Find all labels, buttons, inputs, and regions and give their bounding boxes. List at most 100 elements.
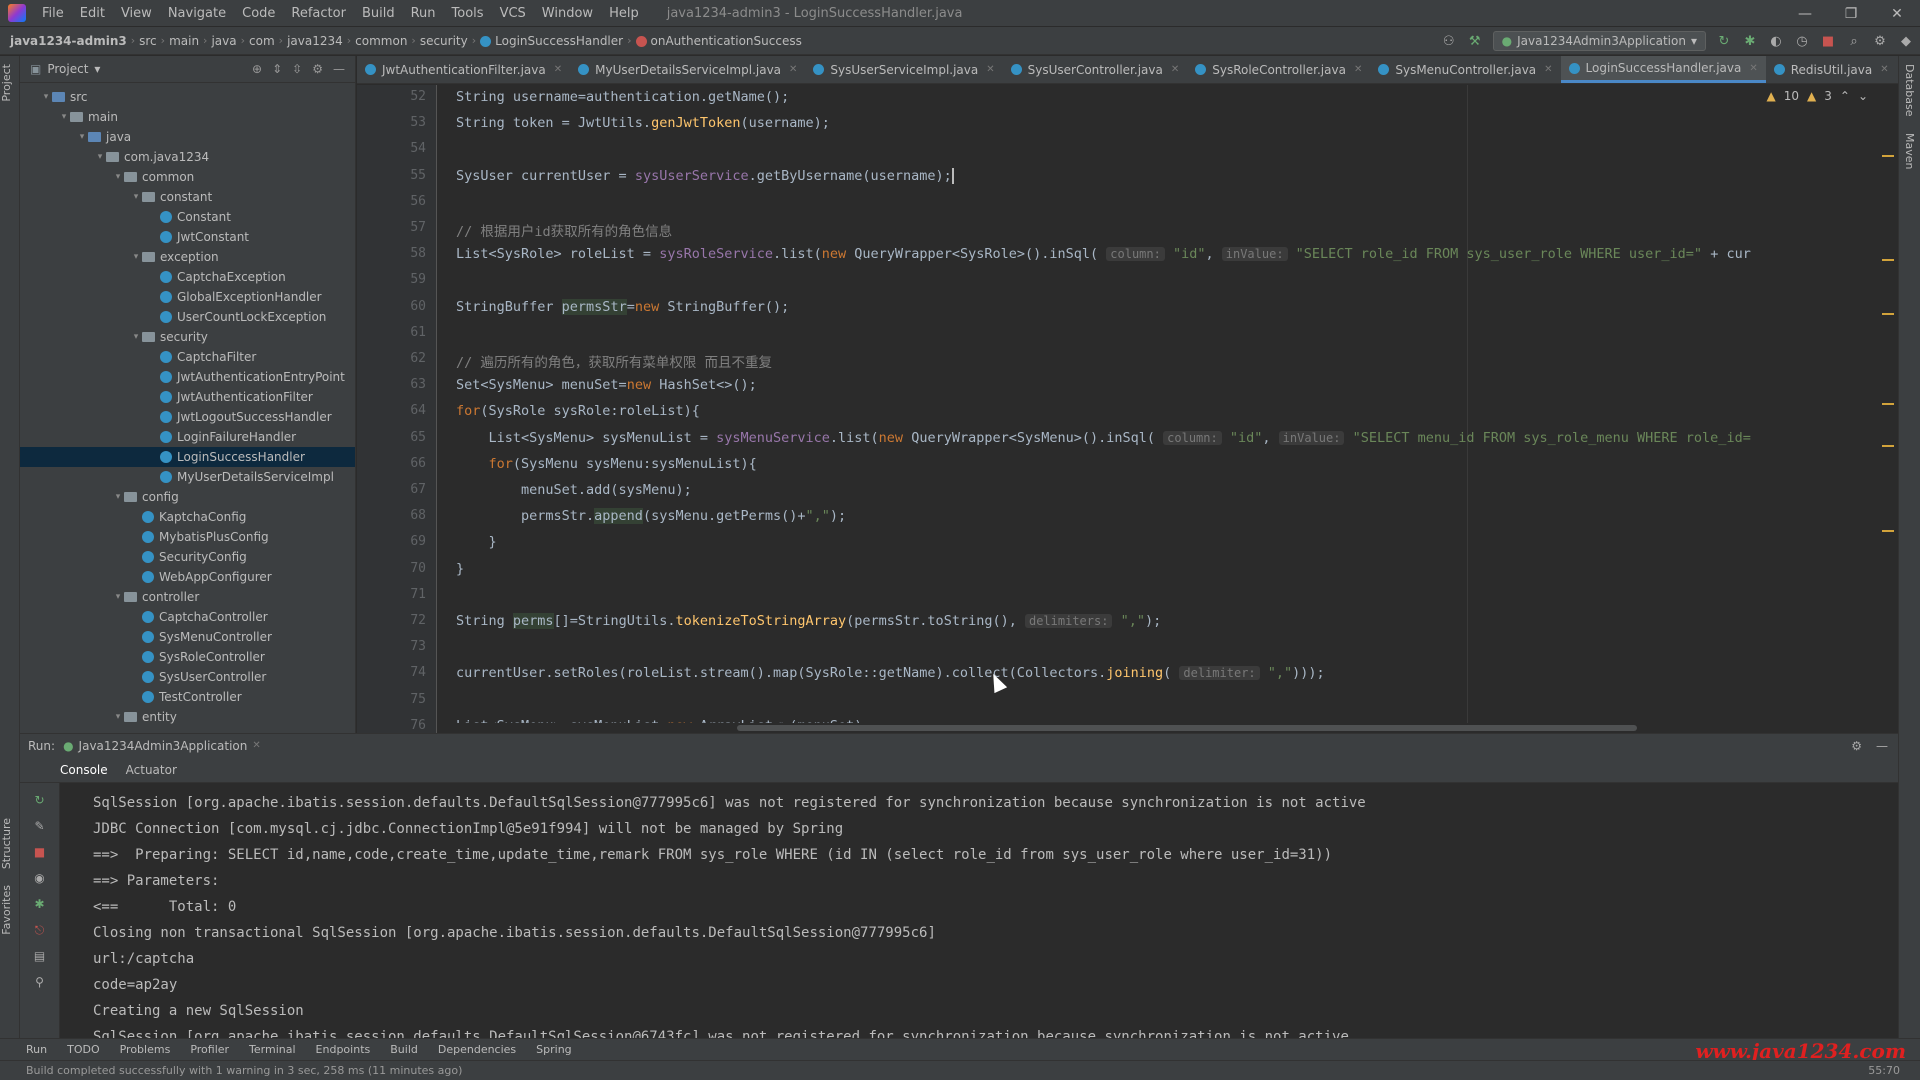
scrollbar-thumb[interactable] [737,725,1637,731]
profile-icon[interactable]: ◷ [1794,33,1810,49]
chevron-down-icon[interactable]: ▾ [130,252,142,262]
close-window-button[interactable]: ✕ [1874,0,1920,27]
tree-file-item[interactable]: MybatisPlusConfig [20,527,355,547]
tool-tab-profiler[interactable]: Profiler [190,1043,229,1056]
tree-file-item[interactable]: SysUserController [20,667,355,687]
layout-icon[interactable]: ▤ [32,949,48,965]
tree-file-item[interactable]: JwtConstant [20,227,355,247]
code-line[interactable]: permsStr.append(sysMenu.getPerms()+","); [456,508,846,525]
tree-file-item[interactable]: CaptchaException [20,267,355,287]
menu-run[interactable]: Run [403,6,444,21]
inspection-widget[interactable]: ▲ 10 ▲ 3 ⌃ ⌄ [1766,89,1868,103]
pin-icon[interactable]: ⚲ [32,975,48,991]
project-tool-button[interactable]: Project [0,56,13,110]
tree-file-item[interactable]: TestController [20,687,355,707]
tool-tab-build[interactable]: Build [390,1043,418,1056]
tree-file-item[interactable]: JwtLogoutSuccessHandler [20,407,355,427]
tree-file-item[interactable]: GlobalExceptionHandler [20,287,355,307]
breadcrumb-common[interactable]: common [351,34,411,48]
tree-file-item[interactable]: SysRoleController [20,647,355,667]
tool-tab-run[interactable]: Run [26,1043,47,1056]
maven-tool-button[interactable]: Maven [1903,125,1916,177]
code-line[interactable]: SysUser currentUser = sysUserService.get… [456,167,954,184]
breadcrumb-com[interactable]: com [245,34,279,48]
tree-file-item[interactable]: LoginSuccessHandler [20,447,355,467]
tree-folder-item[interactable]: ▾ common [20,167,355,187]
menu-tools[interactable]: Tools [444,6,492,21]
close-icon[interactable]: ✕ [789,64,797,75]
tree-file-item[interactable]: WebAppConfigurer [20,567,355,587]
tree-file-item[interactable]: Constant [20,207,355,227]
editor-tab[interactable]: SysUserController.java ✕ [1003,56,1188,83]
tool-tab-spring[interactable]: Spring [536,1043,572,1056]
rerun-icon[interactable]: ↻ [32,793,48,809]
chevron-down-icon[interactable]: ▾ [130,332,142,342]
breadcrumb-java[interactable]: java [207,34,240,48]
project-panel-title[interactable]: Project [47,62,88,76]
tree-file-item[interactable]: JwtAuthenticationFilter [20,387,355,407]
chevron-down-icon[interactable]: ▾ [112,172,124,182]
console-line[interactable]: SqlSession [org.apache.ibatis.session.de… [93,795,1366,811]
editor-tab[interactable]: RedisUtil.java ✕ [1766,56,1897,83]
stop-icon[interactable]: ■ [32,845,48,861]
console-line[interactable]: ==> Preparing: SELECT id,name,code,creat… [93,847,1332,863]
editor-tab[interactable]: SysUserServiceImpl.java ✕ [805,56,1002,83]
menu-edit[interactable]: Edit [72,6,113,21]
tree-folder-item[interactable]: ▾ exception [20,247,355,267]
menu-view[interactable]: View [113,6,160,21]
caret-position[interactable]: 55:70 [1868,1064,1900,1077]
hide-icon[interactable]: — [1876,739,1888,753]
tree-folder-item[interactable]: ▾ com.java1234 [20,147,355,167]
tool-tab-endpoints[interactable]: Endpoints [316,1043,371,1056]
console-line[interactable]: url:/captcha [93,951,194,967]
hide-icon[interactable]: — [333,62,345,76]
wrench-icon[interactable]: ✎ [32,819,48,835]
run-app-tab[interactable]: ● Java1234Admin3Application ✕ [63,739,261,753]
collapse-all-icon[interactable]: ⇳ [292,62,302,76]
code-line[interactable]: for(SysMenu sysMenu:sysMenuList){ [456,456,757,472]
settings-gear-icon[interactable]: ⚙ [1872,33,1888,49]
console-line[interactable]: Closing non transactional SqlSession [or… [93,925,936,941]
close-icon[interactable]: ✕ [252,740,260,751]
code-line[interactable]: String perms[]=StringUtils.tokenizeToStr… [456,613,1161,629]
code-line[interactable]: Set<SysMenu> menuSet=new HashSet<>(); [456,377,757,393]
tree-file-item[interactable]: SysMenuController [20,627,355,647]
settings-gear-icon[interactable]: ⚙ [312,62,323,76]
expand-all-icon[interactable]: ⇕ [272,62,282,76]
error-stripe-mark[interactable] [1882,445,1894,447]
breadcrumb-class[interactable]: LoginSuccessHandler [476,34,627,48]
chevron-up-icon[interactable]: ⌃ [1840,89,1850,103]
editor-tab[interactable]: LoginSuccessHandler.java ✕ [1560,56,1766,83]
error-stripe-mark[interactable] [1882,313,1894,315]
code-line[interactable]: currentUser.setRoles(roleList.stream().m… [456,665,1325,681]
chevron-down-icon[interactable]: ▾ [94,62,100,76]
debug-icon[interactable]: ✱ [32,897,48,913]
console-line[interactable]: SqlSession [org.apache.ibatis.session.de… [93,1029,1349,1038]
editor-tab[interactable]: SysMenuController.java ✕ [1370,56,1560,83]
close-icon[interactable]: ✕ [1749,63,1757,74]
code-area[interactable]: String username=authentication.getName()… [357,85,1898,733]
menu-build[interactable]: Build [354,6,403,21]
close-icon[interactable]: ✕ [1354,64,1362,75]
tab-console[interactable]: Console [60,763,108,777]
tool-tab-problems[interactable]: Problems [120,1043,171,1056]
jetbrains-icon[interactable]: ◆ [1898,33,1914,49]
close-icon[interactable]: ✕ [1544,64,1552,75]
editor-tab[interactable]: MyUserDetailsServiceImpl.java ✕ [570,56,805,83]
chevron-down-icon[interactable]: ⌄ [1858,89,1868,103]
tree-file-item[interactable]: CaptchaController [20,607,355,627]
structure-tool-button[interactable]: Structure [0,810,13,877]
tree-folder-item[interactable]: ▾ config [20,487,355,507]
close-icon[interactable]: ✕ [986,64,994,75]
menu-window[interactable]: Window [534,6,601,21]
breadcrumb-project[interactable]: java1234-admin3 [0,34,131,48]
camera-icon[interactable]: ◉ [32,871,48,887]
tree-folder-item[interactable]: ▾ java [20,127,355,147]
chevron-down-icon[interactable]: ▾ [112,592,124,602]
error-stripe-mark[interactable] [1882,155,1894,157]
tool-tab-terminal[interactable]: Terminal [249,1043,296,1056]
code-line[interactable]: } [456,534,497,550]
console-line[interactable]: code=ap2ay [93,977,177,993]
breadcrumb-java1234[interactable]: java1234 [283,34,347,48]
menu-vcs[interactable]: VCS [492,6,534,21]
